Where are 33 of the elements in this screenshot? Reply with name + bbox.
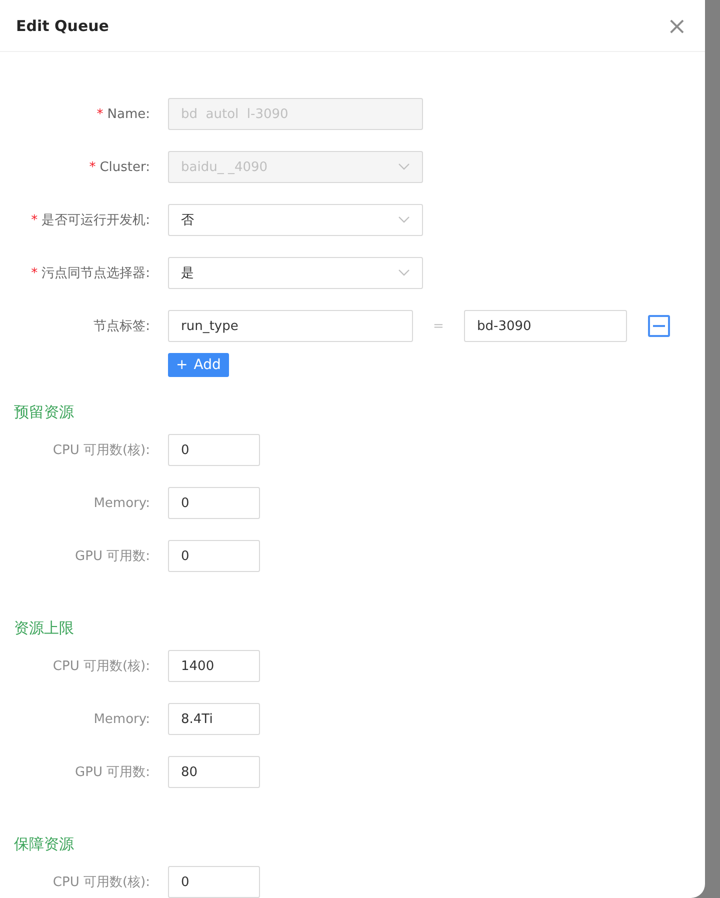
section-title: 保障资源 [14,834,75,854]
field-label: * 是否可运行开发机: [30,212,150,229]
field-label: GPU 可用数: [74,764,150,781]
equals-sign: = [432,318,445,334]
field-label: 节点标签: [92,318,150,335]
number-field[interactable]: 0 [168,434,260,466]
chevron-down-icon [398,216,410,224]
number-field[interactable]: 0 [168,540,260,572]
dialog-title: Edit Queue [16,16,109,34]
label-key-field[interactable]: run_type [168,310,413,342]
chevron-down-icon [398,163,410,171]
number-field[interactable]: 80 [168,756,260,788]
section-title: 预留资源 [14,402,75,422]
field-label: Memory: [92,496,150,510]
field-label: CPU 可用数(核): [52,658,150,675]
field-label: CPU 可用数(核): [52,874,150,891]
number-field[interactable]: 8.4Ti [168,703,260,735]
remove-button[interactable] [648,315,670,337]
number-field[interactable]: 1400 [168,650,260,682]
number-field[interactable]: 0 [168,487,260,519]
field-label: CPU 可用数(核): [52,442,150,459]
label-value-field[interactable]: bd-3090 [464,310,627,342]
field-label: Memory: [92,712,150,726]
chevron-down-icon [398,269,410,277]
field-label: * Cluster: [88,160,150,174]
number-field[interactable]: 0 [168,866,260,898]
minus-icon [653,325,665,327]
section-title: 资源上限 [14,618,75,638]
field-label: * Name: [96,106,150,122]
select-field[interactable]: 是 [168,257,423,289]
field-label: GPU 可用数: [74,548,150,565]
field-label: * 污点同节点选择器: [30,265,150,282]
select-field[interactable]: 否 [168,204,423,236]
